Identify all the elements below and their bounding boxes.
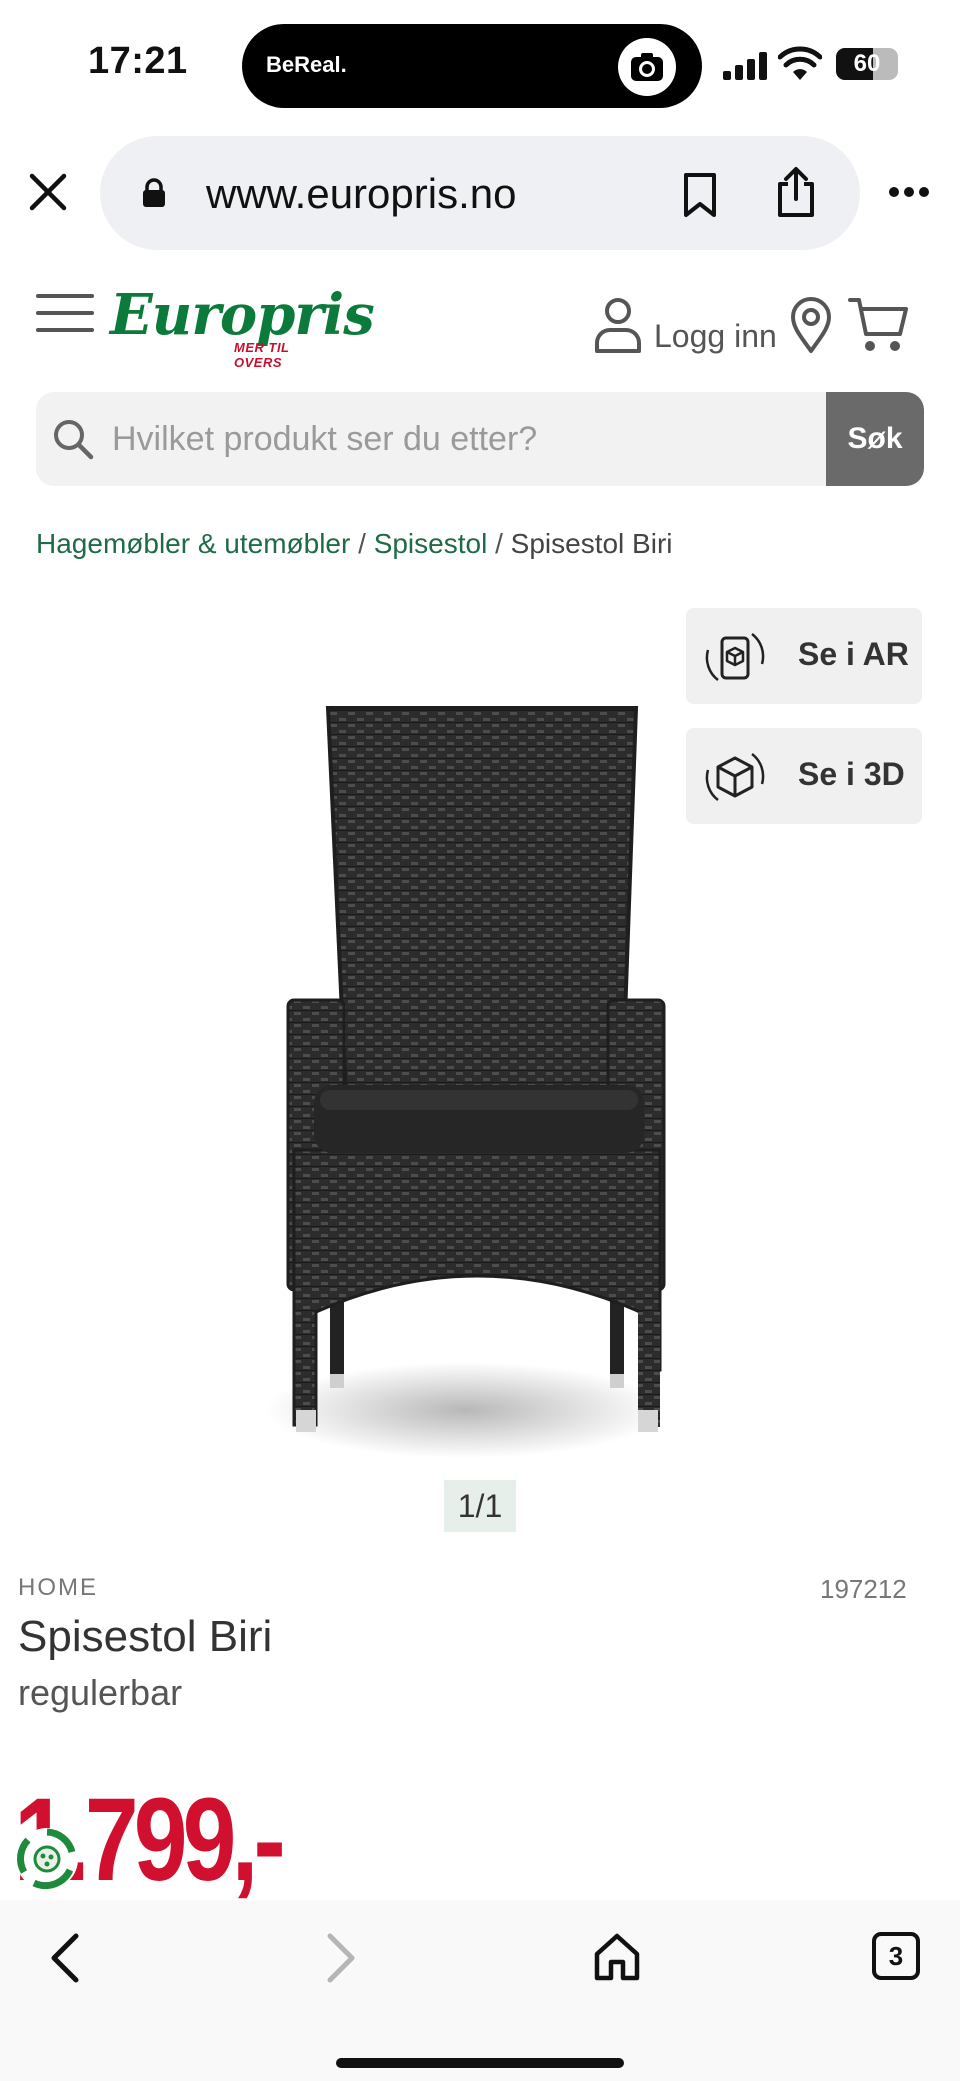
view-in-ar-label: Se i AR: [798, 636, 909, 672]
bookmark-icon[interactable]: [680, 172, 720, 218]
battery-level: 60: [853, 50, 881, 77]
lock-icon: [143, 178, 165, 207]
cart-icon[interactable]: [848, 296, 908, 354]
image-counter: 1/1: [444, 1480, 516, 1532]
status-bar: 17:21 BeReal. 60: [0, 0, 960, 130]
breadcrumb-current: Spisestol Biri: [510, 528, 673, 559]
island-app-label: BeReal.: [266, 52, 347, 77]
tabs-icon[interactable]: 3: [872, 1932, 920, 1980]
status-time: 17:21: [88, 40, 188, 82]
search-icon: [54, 420, 94, 460]
breadcrumb-item-garden-furniture[interactable]: Hagemøbler & utemøbler: [36, 528, 350, 559]
home-indicator: [336, 2058, 624, 2068]
logo-wordmark: Europris: [110, 282, 375, 348]
breadcrumb-separator: /: [495, 528, 511, 559]
breadcrumb: Hagemøbler & utemøbler / Spisestol / Spi…: [36, 528, 673, 560]
home-icon[interactable]: [592, 1932, 642, 1982]
logo-tagline: MER TIL OVERS: [234, 340, 290, 370]
dynamic-island[interactable]: BeReal.: [242, 24, 702, 108]
wifi-icon: [778, 46, 822, 80]
browser-bottom-bar: 3: [0, 1900, 960, 2081]
login-link[interactable]: Logg inn: [654, 318, 777, 355]
product-sku: 197212: [820, 1574, 907, 1604]
breadcrumb-separator: /: [358, 528, 374, 559]
battery-icon: 60: [836, 48, 898, 80]
search-button[interactable]: Søk: [826, 392, 924, 486]
view-in-ar-button[interactable]: Se i AR: [686, 608, 922, 704]
more-icon[interactable]: [888, 186, 930, 198]
address-bar[interactable]: www.europris.no: [100, 136, 860, 250]
back-arrow-icon[interactable]: [44, 1930, 88, 1986]
camera-icon: [618, 38, 676, 96]
close-icon[interactable]: [26, 170, 70, 214]
recycle-badge-icon[interactable]: [14, 1826, 80, 1892]
view-in-3d-button[interactable]: Se i 3D: [686, 728, 922, 824]
share-icon[interactable]: [774, 166, 818, 218]
breadcrumb-item-dining-chair[interactable]: Spisestol: [374, 528, 488, 559]
forward-arrow-icon[interactable]: [318, 1930, 362, 1986]
ar-phone-icon: [705, 633, 765, 681]
product-subtitle: regulerbar: [18, 1672, 183, 1713]
view-in-3d-label: Se i 3D: [798, 756, 905, 792]
search-bar: Søk: [36, 392, 924, 486]
signal-icon: [723, 52, 767, 80]
product-brand: HOME: [18, 1574, 98, 1601]
europris-logo[interactable]: Europris MER TIL OVERS: [110, 282, 375, 370]
menu-icon[interactable]: [36, 292, 94, 334]
location-pin-icon[interactable]: [790, 296, 832, 354]
3d-cube-icon: [705, 753, 765, 801]
product-image-chair[interactable]: [230, 680, 700, 1500]
search-input[interactable]: [112, 392, 842, 486]
url-text: www.europris.no: [206, 170, 517, 217]
user-icon[interactable]: [594, 296, 642, 354]
product-title: Spisestol Biri: [18, 1612, 273, 1661]
